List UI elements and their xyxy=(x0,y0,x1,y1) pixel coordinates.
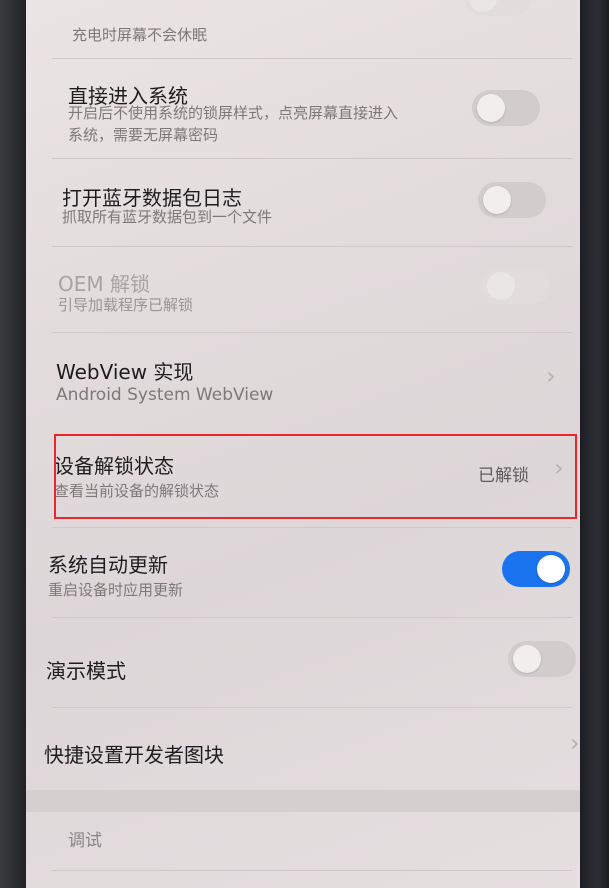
toggle-knob xyxy=(477,94,505,122)
toggle-knob xyxy=(537,555,565,583)
setting-direct-boot-subtitle-line1: 开启后不使用系统的锁屏样式，点亮屏幕直接进入 xyxy=(68,104,399,122)
toggle-knob xyxy=(487,272,515,300)
setting-bt-log[interactable]: 打开蓝牙数据包日志 抓取所有蓝牙数据包到一个文件 xyxy=(26,158,580,246)
device-bezel-right xyxy=(580,0,609,888)
setting-stay-awake[interactable]: 充电时屏幕不会休眠 xyxy=(26,0,580,58)
highlight-box xyxy=(54,434,577,519)
setting-stay-awake-subtitle: 充电时屏幕不会休眠 xyxy=(72,26,208,44)
setting-webview-title: WebView 实现 xyxy=(56,360,194,384)
chevron-right-icon: › xyxy=(570,729,580,757)
chevron-right-icon: › xyxy=(546,362,556,390)
setting-oem-unlock-title: OEM 解锁 xyxy=(58,272,150,296)
section-gap xyxy=(26,790,580,812)
oem-unlock-toggle xyxy=(482,268,550,304)
section-debug-label: 调试 xyxy=(68,831,102,851)
device-bezel-left xyxy=(0,0,26,888)
direct-boot-toggle[interactable] xyxy=(472,90,540,126)
setting-demo-mode-title: 演示模式 xyxy=(46,659,126,683)
bt-log-toggle[interactable] xyxy=(478,182,546,218)
setting-webview-subtitle: Android System WebView xyxy=(56,385,274,405)
setting-demo-mode[interactable]: 演示模式 xyxy=(26,617,580,707)
setting-bt-log-subtitle: 抓取所有蓝牙数据包到一个文件 xyxy=(62,208,273,226)
toggle-knob xyxy=(483,186,511,214)
demo-mode-toggle[interactable] xyxy=(508,641,576,677)
setting-auto-update-title: 系统自动更新 xyxy=(48,553,168,577)
divider xyxy=(52,870,572,871)
setting-direct-boot-subtitle-line2: 系统，需要无屏幕密码 xyxy=(68,126,219,144)
setting-quick-tiles-title: 快捷设置开发者图块 xyxy=(44,743,224,767)
toggle-knob xyxy=(469,0,497,12)
setting-quick-tiles[interactable]: 快捷设置开发者图块 › xyxy=(26,707,580,790)
auto-update-toggle[interactable] xyxy=(502,551,570,587)
setting-oem-unlock-subtitle: 引导加载程序已解锁 xyxy=(58,296,194,314)
setting-auto-update[interactable]: 系统自动更新 重启设备时应用更新 xyxy=(26,527,580,617)
setting-oem-unlock: OEM 解锁 引导加载程序已解锁 xyxy=(26,246,580,332)
setting-webview[interactable]: WebView 实现 Android System WebView › xyxy=(26,332,580,428)
stay-awake-toggle[interactable] xyxy=(464,0,532,16)
setting-auto-update-subtitle: 重启设备时应用更新 xyxy=(48,581,184,599)
toggle-knob xyxy=(513,645,541,673)
setting-direct-boot[interactable]: 直接进入系统 开启后不使用系统的锁屏样式，点亮屏幕直接进入 系统，需要无屏幕密码 xyxy=(26,58,580,158)
